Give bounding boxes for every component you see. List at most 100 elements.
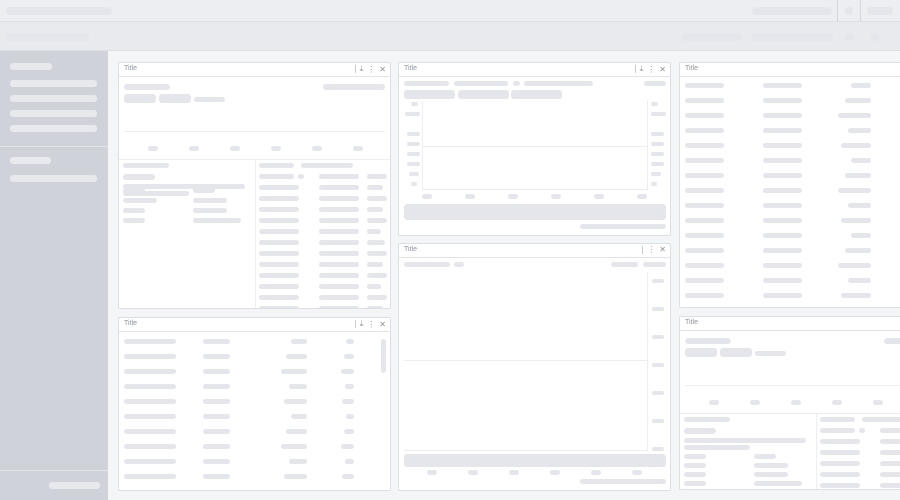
skeleton-bar (367, 295, 387, 300)
table-cell (763, 113, 803, 118)
download-icon[interactable]: ⤓ (640, 64, 644, 74)
close-icon[interactable]: ✕ (379, 320, 386, 329)
table-cell (203, 474, 231, 479)
download-icon[interactable]: ⤓ (360, 319, 364, 329)
app-title-placeholder (6, 7, 112, 15)
skeleton-bar (367, 185, 383, 190)
panel-header: Title ⤓ ⋮ ✕ (119, 318, 390, 332)
skeleton-bar (684, 428, 716, 434)
table-cell (281, 444, 307, 449)
table-cell (203, 339, 231, 344)
table-cell (124, 429, 176, 434)
table-cell (344, 459, 354, 464)
more-vertical-icon[interactable]: ⋮ (367, 320, 375, 329)
more-vertical-icon[interactable]: ⋮ (647, 245, 655, 254)
top-bar (0, 0, 900, 22)
table-cell (841, 293, 871, 298)
panel-header: Title ⤓ ⋮ ✕ (399, 63, 670, 77)
table-cell (685, 293, 725, 298)
divider (837, 0, 838, 22)
table-cell (346, 339, 354, 344)
tick-label (427, 470, 437, 475)
sidebar-item[interactable] (10, 125, 97, 132)
axis-tick (652, 447, 664, 451)
table-cell (838, 263, 871, 268)
table-cell (685, 233, 725, 238)
table-cell (844, 98, 871, 103)
sidebar-item[interactable] (10, 110, 97, 117)
skeleton-bar (884, 338, 900, 344)
skeleton-bar (367, 218, 387, 223)
breadcrumb-placeholder (6, 33, 89, 41)
tick-label (271, 146, 281, 151)
close-icon[interactable]: ✕ (659, 65, 666, 74)
table-cell (763, 128, 803, 133)
tick-label (353, 146, 363, 151)
table-cell (124, 399, 176, 404)
download-icon[interactable]: ⤓ (360, 64, 364, 74)
axis-tick (651, 102, 658, 106)
more-vertical-icon[interactable]: ⋮ (647, 65, 655, 74)
panel-header: Title (680, 63, 900, 77)
tick-label (637, 194, 647, 199)
skeleton-bar (684, 454, 706, 459)
skeleton-bar (319, 251, 359, 256)
skeleton-bar (323, 84, 385, 90)
skeleton-bar (643, 262, 666, 267)
more-vertical-icon[interactable]: ⋮ (367, 65, 375, 74)
axis-tick (652, 279, 664, 283)
skeleton-bar (820, 417, 855, 422)
tick-label (591, 470, 601, 475)
toolbar-button-placeholder[interactable] (752, 33, 833, 41)
axis-tick (651, 152, 664, 156)
table-cell (342, 474, 354, 479)
widget-panel: Title (679, 62, 900, 308)
skeleton-bar (123, 198, 157, 203)
skeleton-bar (367, 251, 387, 256)
skeleton-bar (259, 207, 299, 212)
skeleton-bar (319, 295, 359, 300)
sidebar-footer-button[interactable] (49, 482, 100, 489)
skeleton-bar (685, 338, 731, 344)
skeleton-bar (404, 81, 449, 86)
skeleton-bar (367, 262, 383, 267)
top-icon-placeholder[interactable] (845, 7, 853, 15)
divider (255, 159, 256, 308)
skeleton-bar (684, 472, 706, 477)
sidebar-item[interactable] (10, 175, 97, 182)
sidebar-heading-placeholder (10, 157, 51, 164)
table-cell (288, 384, 307, 389)
sidebar-heading-placeholder (10, 63, 52, 70)
table-cell (124, 354, 176, 359)
toolbar (0, 22, 900, 51)
top-menu-placeholder[interactable] (752, 7, 832, 15)
skeleton-bar (755, 351, 786, 356)
axis-tick (411, 102, 418, 106)
sidebar-item[interactable] (10, 80, 97, 87)
toolbar-icon-placeholder[interactable] (871, 33, 879, 41)
toolbar-button-placeholder[interactable] (682, 33, 741, 41)
skeleton-bar (319, 196, 359, 201)
axis-tick (407, 132, 420, 136)
table-cell (841, 143, 871, 148)
close-icon[interactable]: ✕ (379, 65, 386, 74)
skeleton-bar (513, 81, 520, 86)
table-cell (763, 83, 803, 88)
skeleton-bar (367, 207, 383, 212)
table-cell (124, 459, 176, 464)
skeleton-bar (458, 90, 509, 99)
sidebar-item[interactable] (10, 95, 97, 102)
skeleton-bar (319, 185, 359, 190)
skeleton-bar (123, 174, 155, 180)
skeleton-bar (367, 306, 383, 308)
close-icon[interactable]: ✕ (659, 245, 666, 254)
tick-label (709, 400, 719, 405)
table-cell (685, 83, 725, 88)
table-cell (341, 444, 354, 449)
widget-panel: Title ⤓ ⋮ ✕ (398, 62, 671, 236)
table-cell (763, 158, 803, 163)
axis-tick (651, 112, 666, 116)
user-menu-placeholder[interactable] (867, 7, 893, 15)
skeleton-bar (259, 251, 299, 256)
toolbar-icon-placeholder[interactable] (845, 33, 853, 41)
